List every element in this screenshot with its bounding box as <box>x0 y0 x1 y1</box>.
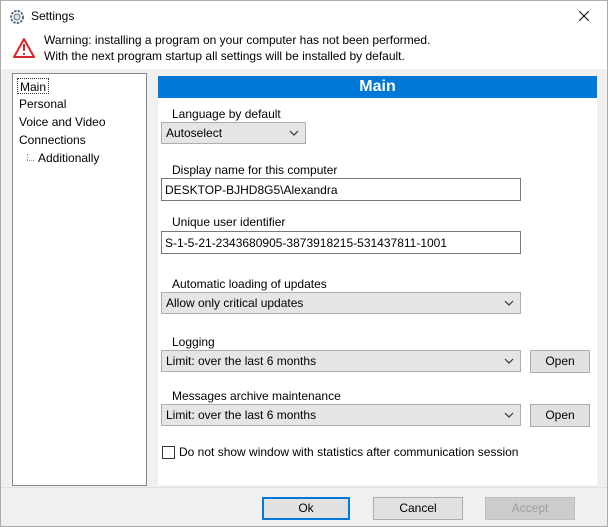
chevron-down-icon <box>504 412 514 418</box>
display-name-field[interactable] <box>161 178 521 201</box>
tree-item-connections[interactable]: Connections <box>17 132 88 148</box>
language-select-value: Autoselect <box>166 126 223 140</box>
stats-checkbox[interactable] <box>162 446 175 459</box>
logging-select[interactable]: Limit: over the last 6 months <box>161 350 521 372</box>
window-title: Settings <box>31 9 75 23</box>
accept-button[interactable]: Accept <box>485 497 575 520</box>
chevron-down-icon <box>504 300 514 306</box>
cancel-button[interactable]: Cancel <box>373 497 463 520</box>
footer-divider <box>1 487 607 488</box>
archive-select[interactable]: Limit: over the last 6 months <box>161 404 521 426</box>
chevron-down-icon <box>504 358 514 364</box>
logging-open-button[interactable]: Open <box>530 350 590 373</box>
display-name-label: Display name for this computer <box>172 163 338 177</box>
chevron-down-icon <box>289 130 299 136</box>
settings-window: Settings Warning: installing a program o… <box>0 0 608 527</box>
archive-select-value: Limit: over the last 6 months <box>166 408 317 422</box>
uid-label: Unique user identifier <box>172 215 286 229</box>
close-icon <box>579 11 589 21</box>
updates-label: Automatic loading of updates <box>172 277 327 291</box>
tree-item-voice-and-video[interactable]: Voice and Video <box>17 114 108 130</box>
title-bar: Settings <box>1 1 607 31</box>
archive-label: Messages archive maintenance <box>172 389 341 403</box>
logging-select-value: Limit: over the last 6 months <box>166 354 317 368</box>
close-button[interactable] <box>561 1 607 31</box>
language-label: Language by default <box>172 107 281 121</box>
gear-icon <box>10 10 24 24</box>
tree-item-additionally[interactable]: Additionally <box>36 150 101 166</box>
ok-button[interactable]: Ok <box>262 497 350 520</box>
language-select[interactable]: Autoselect <box>161 122 306 144</box>
warning-banner: Warning: installing a program on your co… <box>1 31 607 69</box>
warning-icon <box>13 38 35 58</box>
tree-item-personal[interactable]: Personal <box>17 96 68 112</box>
tree-item-main[interactable]: Main <box>17 78 50 94</box>
page-title: Main <box>158 76 597 98</box>
stats-checkbox-label: Do not show window with statistics after… <box>179 445 519 459</box>
logging-label: Logging <box>172 335 215 349</box>
archive-open-button[interactable]: Open <box>530 404 590 427</box>
settings-tree: Main Personal Voice and Video Connection… <box>12 73 147 486</box>
updates-select-value: Allow only critical updates <box>166 296 304 310</box>
warning-text-line1: Warning: installing a program on your co… <box>44 33 431 47</box>
warning-text-line2: With the next program startup all settin… <box>44 49 405 63</box>
uid-field[interactable] <box>161 231 521 254</box>
tree-connector <box>27 160 34 161</box>
updates-select[interactable]: Allow only critical updates <box>161 292 521 314</box>
